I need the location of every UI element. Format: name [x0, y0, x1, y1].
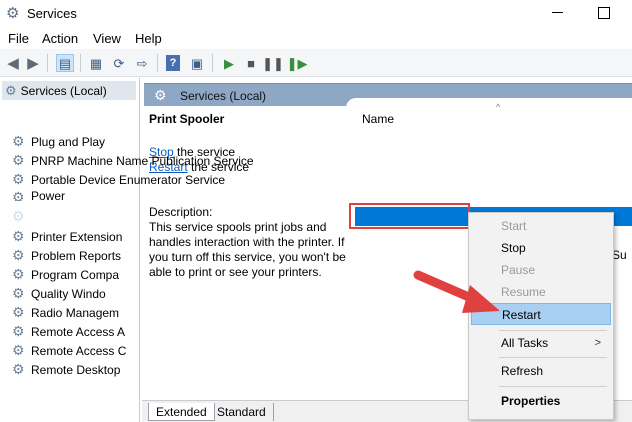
toolbar: ◀ ▶ ▤ ▦ ⟳ ⇨ ? ▣ ▶ ■ ❚❚ ❚▶ — [0, 49, 632, 77]
description-text: This service spools print jobs and handl… — [149, 220, 346, 279]
play-icon[interactable]: ▶ — [220, 54, 238, 72]
menu-bar: File Action View Help — [0, 28, 632, 49]
service-gear-icon: ⚙ — [12, 208, 25, 224]
list-item[interactable]: ⚙ Problem Reports — [12, 246, 121, 265]
truncated-column-text: Su — [612, 248, 627, 262]
annotation-arrow-icon — [413, 270, 500, 313]
list-item[interactable]: ⚙ PNRP Machine Name Publication Service — [12, 151, 254, 170]
service-gear-icon: ⚙ — [12, 342, 25, 358]
list-item[interactable]: ⚙ Remote Access A — [12, 322, 125, 341]
list-item[interactable]: ⚙ Power — [12, 189, 65, 201]
service-gear-icon: ⚙ — [12, 133, 25, 149]
maximize-button[interactable] — [594, 2, 614, 22]
services-gear-icon: ⚙ — [6, 5, 20, 22]
menu-item-start[interactable]: Start — [471, 215, 611, 237]
service-gear-icon: ⚙ — [12, 171, 25, 187]
list-item[interactable]: ⚙ Quality Windo — [12, 284, 106, 303]
resume-icon[interactable]: ❚▶ — [287, 54, 308, 72]
services-gear-icon: ⚙ — [5, 82, 17, 98]
annotation-highlight-box — [349, 203, 470, 229]
menu-separator — [499, 357, 607, 358]
stop-icon[interactable]: ■ — [242, 54, 260, 72]
service-gear-icon: ⚙ — [12, 304, 25, 320]
minimize-button[interactable] — [548, 2, 568, 22]
service-gear-icon: ⚙ — [12, 266, 25, 282]
menu-item-refresh[interactable]: Refresh — [471, 360, 611, 382]
selected-service-name: Print Spooler — [149, 112, 225, 126]
menu-item-all-tasks[interactable]: All Tasks > — [471, 332, 611, 354]
window-title: Services — [27, 6, 77, 21]
list-item[interactable]: ⚙ Radio Managem — [12, 303, 119, 322]
services-gear-icon: ⚙ — [154, 87, 167, 103]
service-gear-icon: ⚙ — [12, 285, 25, 301]
menu-item-properties[interactable]: Properties — [471, 390, 611, 412]
main-header-title: Services (Local) — [180, 89, 267, 103]
refresh-icon[interactable]: ⟳ — [110, 54, 128, 72]
tab-standard[interactable]: Standard — [210, 403, 274, 421]
service-gear-icon: ⚙ — [12, 247, 25, 263]
service-gear-icon: ⚙ — [12, 323, 25, 339]
menu-separator — [499, 330, 607, 331]
list-item-print-spooler[interactable]: ⚙ Print Spooler — [12, 207, 100, 226]
show-icon[interactable]: ▣ — [188, 54, 206, 72]
forward-arrow-icon[interactable]: ▶ — [24, 54, 42, 72]
pause-icon[interactable]: ❚❚ — [262, 54, 284, 72]
service-gear-icon: ⚙ — [12, 152, 25, 168]
tab-extended[interactable]: Extended — [148, 403, 215, 421]
properties-icon[interactable]: ▦ — [87, 54, 105, 72]
chevron-right-icon: > — [594, 337, 601, 349]
menu-help[interactable]: Help — [135, 31, 162, 46]
menu-action[interactable]: Action — [42, 31, 78, 46]
list-item[interactable]: ⚙ Plug and Play — [12, 132, 105, 151]
service-gear-icon: ⚙ — [12, 228, 25, 244]
service-gear-icon: ⚙ — [12, 361, 25, 377]
list-item[interactable]: ⚙ Remote Access C — [12, 341, 126, 360]
menu-view[interactable]: View — [93, 31, 121, 46]
menu-file[interactable]: File — [8, 31, 29, 46]
description-label: Description: — [149, 205, 213, 219]
back-arrow-icon[interactable]: ◀ — [4, 54, 22, 72]
menu-separator — [499, 386, 607, 387]
tree-item-services-local[interactable]: ⚙ Services (Local) — [2, 81, 136, 100]
sort-caret-icon: ^ — [496, 102, 501, 112]
list-item[interactable]: ⚙ Printer Extension — [12, 227, 122, 246]
column-header-name[interactable]: Name — [362, 112, 394, 126]
help-icon[interactable]: ? — [166, 55, 180, 71]
title-bar: ⚙ Services — [0, 0, 632, 28]
tree-item-label: Services (Local) — [20, 83, 107, 98]
service-description-panel: Print Spooler Stop the service Restart t… — [149, 112, 354, 280]
console-tree-icon[interactable]: ▤ — [56, 54, 74, 72]
list-item[interactable]: ⚙ Portable Device Enumerator Service — [12, 170, 225, 189]
menu-item-stop[interactable]: Stop — [471, 237, 611, 259]
export-icon[interactable]: ⇨ — [133, 54, 151, 72]
all-tasks-label: All Tasks — [501, 336, 549, 350]
service-gear-icon: ⚙ — [12, 189, 25, 201]
list-item[interactable]: ⚙ Program Compa — [12, 265, 119, 284]
list-item[interactable]: ⚙ Remote Desktop — [12, 360, 120, 379]
